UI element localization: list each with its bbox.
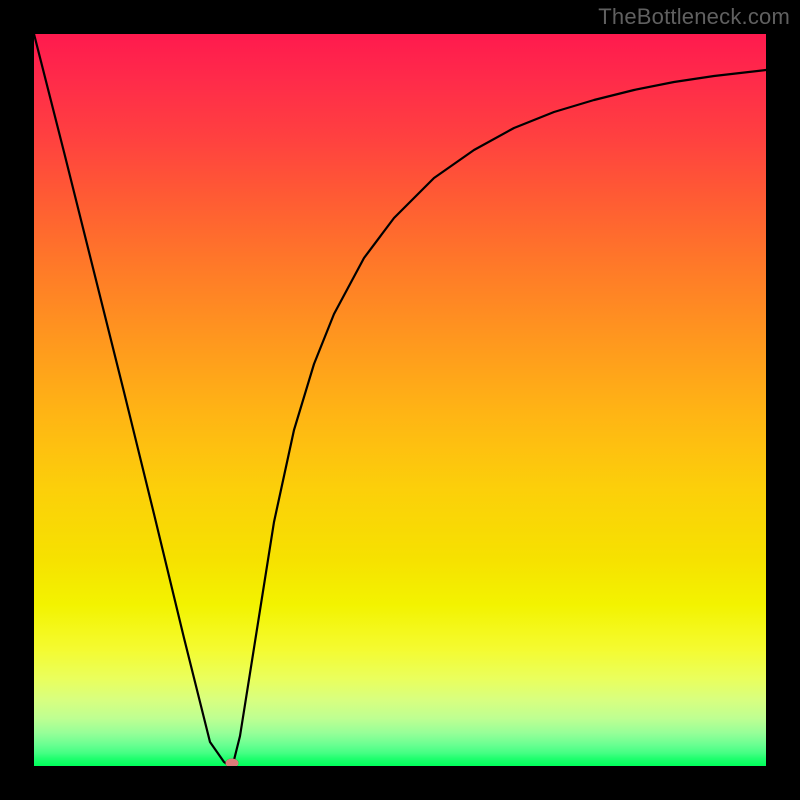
chart-frame: TheBottleneck.com [0,0,800,800]
curve-layer [34,34,766,766]
plot-area [34,34,766,766]
minimum-marker [226,759,239,767]
bottleneck-curve [34,34,766,766]
watermark-text: TheBottleneck.com [598,4,790,30]
